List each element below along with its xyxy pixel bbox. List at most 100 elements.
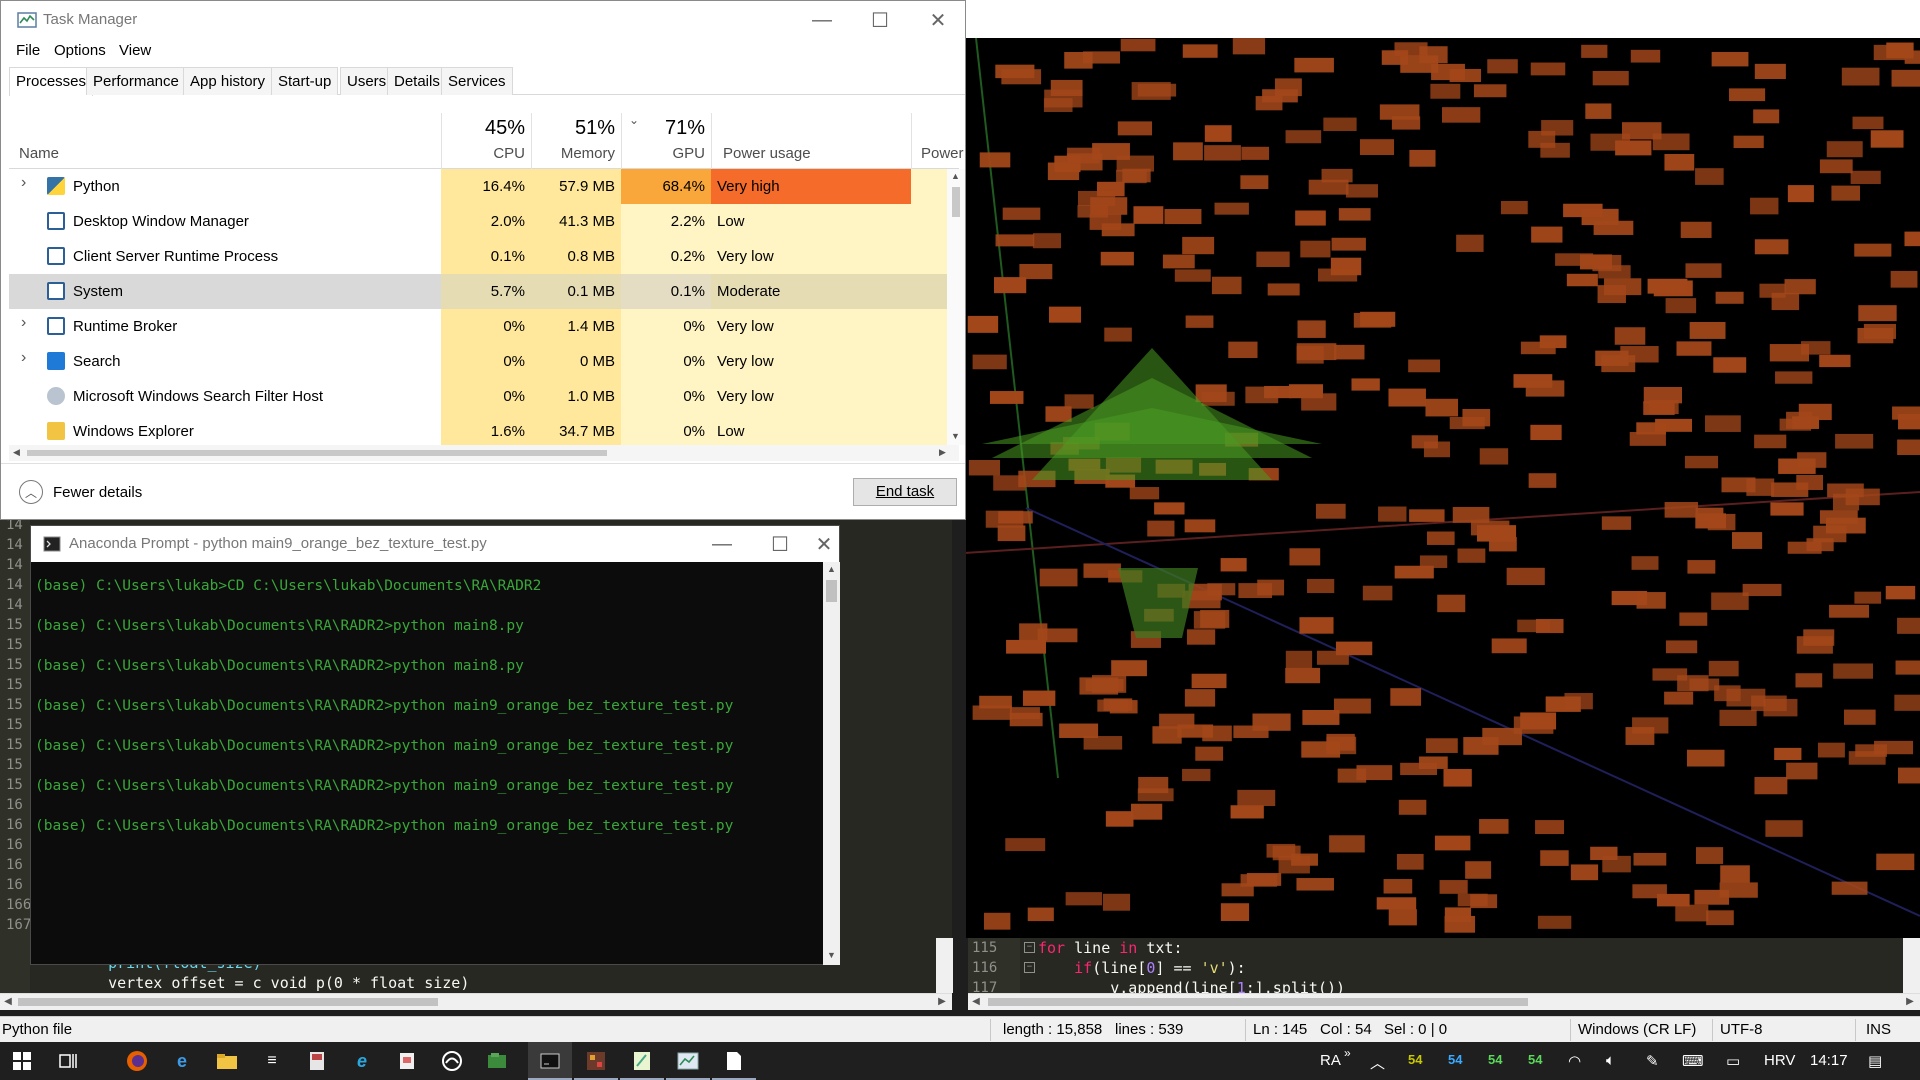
fold-toggle-icon[interactable]: −: [1024, 942, 1035, 953]
column-gpu[interactable]: GPU: [621, 145, 705, 162]
tray-temp-2[interactable]: 54: [1448, 1052, 1462, 1067]
terminal-vertical-scrollbar[interactable]: ▲ ▼: [823, 562, 840, 965]
edge-icon[interactable]: e: [168, 1047, 196, 1075]
tab-start-up[interactable]: Start-up: [271, 67, 339, 95]
scroll-thumb[interactable]: [988, 998, 1528, 1006]
maximize-button[interactable]: ☐: [851, 1, 909, 39]
opengl-render-viewport[interactable]: [966, 38, 1920, 938]
scroll-left-arrow-icon[interactable]: ◀: [0, 994, 16, 1010]
horizontal-scrollbar-left[interactable]: ◀ ▶: [0, 993, 952, 1010]
scroll-left-arrow-icon[interactable]: ◀: [968, 994, 984, 1010]
process-row[interactable]: › Runtime Broker 0% 1.4 MB 0% Very low: [9, 309, 959, 344]
tray-temp-1[interactable]: 54: [1408, 1052, 1422, 1067]
process-row[interactable]: › Python 16.4% 57.9 MB 68.4% Very high: [9, 169, 959, 204]
tray-ra-label[interactable]: RA: [1320, 1052, 1341, 1069]
file-explorer-icon[interactable]: [213, 1047, 241, 1075]
scroll-left-arrow-icon[interactable]: ◀: [13, 447, 20, 458]
process-row[interactable]: Desktop Window Manager 2.0% 41.3 MB 2.2% Low: [9, 204, 959, 239]
keyboard-icon[interactable]: ⌨: [1682, 1052, 1704, 1070]
tab-services[interactable]: Services: [441, 67, 513, 95]
action-center-notification-icon[interactable]: ▤: [1868, 1052, 1882, 1070]
tray-temp-4[interactable]: 54: [1528, 1052, 1542, 1067]
process-row[interactable]: › Search 0% 0 MB 0% Very low: [9, 344, 959, 379]
notepad-plus-plus-icon[interactable]: [628, 1047, 656, 1075]
tab-details[interactable]: Details: [387, 67, 447, 95]
tab-app-history[interactable]: App history: [183, 67, 273, 95]
process-name: Microsoft Windows Search Filter Host: [73, 388, 324, 405]
input-language-label[interactable]: HRV: [1764, 1052, 1795, 1069]
process-list-vertical-scrollbar[interactable]: ▲ ▼: [947, 169, 965, 445]
document-icon[interactable]: [720, 1047, 748, 1075]
fold-toggle-icon[interactable]: −: [1024, 962, 1035, 973]
column-name[interactable]: Name: [19, 145, 59, 162]
eol-format-label[interactable]: Windows (CR LF): [1578, 1021, 1696, 1038]
scroll-thumb[interactable]: [27, 450, 607, 456]
line-number: 14: [6, 597, 23, 613]
horizontal-scrollbar-right[interactable]: ◀ ▶: [968, 993, 1920, 1010]
start-windows-icon[interactable]: [8, 1047, 36, 1075]
anaconda-prompt-titlebar[interactable]: Anaconda Prompt - python main9_orange_be…: [31, 526, 839, 562]
process-row[interactable]: Client Server Runtime Process 0.1% 0.8 MB 0…: [9, 239, 959, 274]
scroll-up-arrow-icon[interactable]: ▲: [827, 564, 836, 574]
menu-options[interactable]: Options: [54, 42, 106, 59]
minimize-button[interactable]: —: [793, 1, 851, 39]
close-button[interactable]: ✕: [809, 526, 839, 562]
scroll-right-arrow-icon[interactable]: ▶: [939, 447, 946, 458]
green-app-icon[interactable]: [483, 1047, 511, 1075]
python-app-icon[interactable]: [582, 1047, 610, 1075]
tab-processes[interactable]: Processes: [9, 67, 94, 96]
java-app-icon[interactable]: [393, 1047, 421, 1075]
scroll-thumb[interactable]: [952, 187, 960, 217]
tray-temp-3[interactable]: 54: [1488, 1052, 1502, 1067]
close-button[interactable]: ✕: [909, 1, 967, 39]
fewer-details-button[interactable]: ︿ Fewer details: [19, 480, 142, 504]
display-icon[interactable]: ▭: [1726, 1052, 1740, 1070]
tray-expand-chevron[interactable]: »: [1344, 1046, 1351, 1060]
clock-time[interactable]: 14:17: [1810, 1052, 1848, 1069]
scroll-up-arrow-icon[interactable]: ▲: [951, 171, 960, 181]
terminal-output[interactable]: (base) C:\Users\lukab>CD C:\Users\lukab\…: [35, 566, 815, 962]
task-manager-taskbar-icon[interactable]: [674, 1047, 702, 1075]
menu-file[interactable]: File: [16, 42, 40, 59]
code-pane-right[interactable]: 115 116 117 − − for line in txt: if(line…: [968, 938, 1920, 993]
anaconda-navigator-icon[interactable]: [438, 1047, 466, 1075]
tab-users[interactable]: Users: [340, 67, 394, 95]
pen-icon[interactable]: ✎: [1646, 1052, 1659, 1070]
scroll-right-arrow-icon[interactable]: ▶: [1902, 994, 1918, 1010]
process-list-horizontal-scrollbar[interactable]: ◀ ▶: [9, 445, 959, 461]
scroll-thumb[interactable]: [18, 998, 438, 1006]
process-row[interactable]: Windows Explorer 1.6% 34.7 MB 0% Low: [9, 414, 959, 445]
show-hidden-icons-chevron-icon[interactable]: ︿: [1370, 1052, 1385, 1073]
vertical-scrollbar-right[interactable]: [1903, 938, 1920, 993]
menu-view[interactable]: View: [119, 42, 151, 59]
command-prompt-icon[interactable]: [536, 1047, 564, 1075]
firefox-icon[interactable]: [123, 1047, 151, 1075]
process-row[interactable]: System 5.7% 0.1 MB 0.1% Moderate: [9, 274, 959, 309]
app-icon[interactable]: [303, 1047, 331, 1075]
task-view-icon[interactable]: [54, 1047, 82, 1075]
minimize-button[interactable]: —: [693, 526, 751, 562]
task-manager-titlebar[interactable]: Task Manager — ☐ ✕: [1, 1, 965, 39]
chevron-up-icon: ︿: [19, 480, 43, 504]
scene-block: [1706, 910, 1734, 926]
end-task-button[interactable]: End task: [853, 478, 957, 506]
settings-sliders-icon[interactable]: ≡: [258, 1047, 286, 1075]
scroll-right-arrow-icon[interactable]: ▶: [934, 994, 950, 1010]
encoding-label[interactable]: UTF-8: [1720, 1021, 1763, 1038]
column-power-usage[interactable]: Power usage: [723, 145, 811, 162]
scene-block: [1152, 726, 1182, 744]
column-power-usage-trend[interactable]: Power: [921, 145, 964, 162]
volume-icon[interactable]: 🔈︎: [1606, 1052, 1615, 1069]
column-memory[interactable]: Memory: [531, 145, 615, 162]
maximize-button[interactable]: ☐: [751, 526, 809, 562]
process-row[interactable]: Microsoft Windows Search Filter Host 0% 1.…: [9, 379, 959, 414]
scene-block: [1819, 159, 1853, 174]
scroll-down-arrow-icon[interactable]: ▼: [827, 950, 836, 960]
scroll-down-arrow-icon[interactable]: ▼: [951, 431, 960, 441]
column-cpu[interactable]: CPU: [441, 145, 525, 162]
vertical-scrollbar-left[interactable]: [936, 938, 953, 993]
scroll-thumb[interactable]: [826, 580, 837, 602]
tab-performance[interactable]: Performance: [86, 67, 186, 95]
internet-explorer-icon[interactable]: e: [348, 1047, 376, 1075]
wifi-icon[interactable]: ◠: [1568, 1052, 1581, 1070]
